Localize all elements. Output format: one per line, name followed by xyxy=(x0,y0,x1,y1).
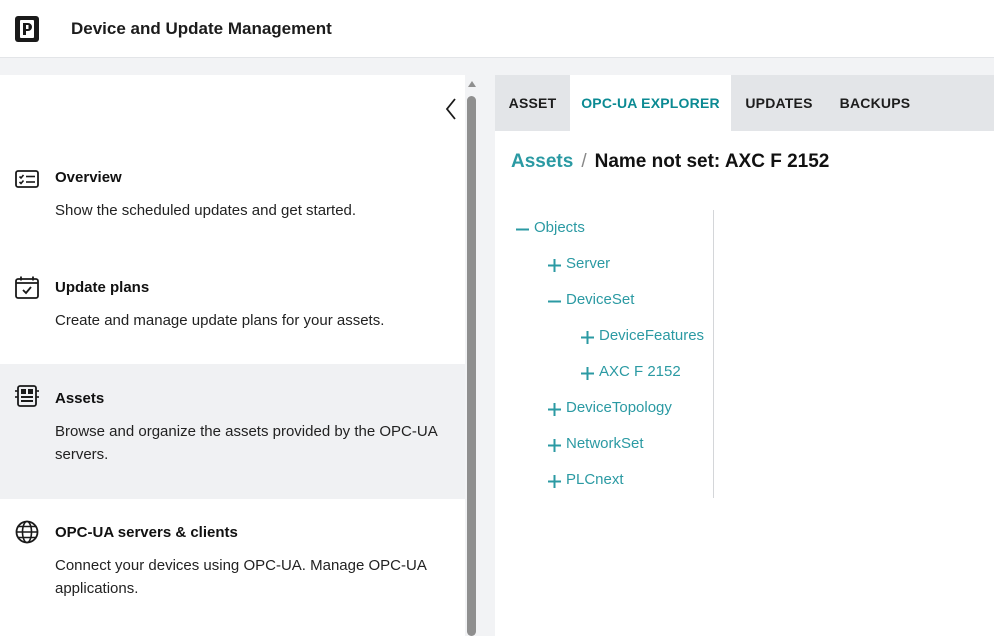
sidebar: Overview Show the scheduled updates and … xyxy=(0,75,465,636)
assets-icon xyxy=(15,385,39,407)
expand-plus-icon[interactable] xyxy=(548,439,561,452)
tree-node-label[interactable]: AXC F 2152 xyxy=(599,363,681,380)
tree-node-label[interactable]: PLCnext xyxy=(566,471,624,488)
main-content: ASSET OPC-UA EXPLORER UPDATES BACKUPS As… xyxy=(495,75,994,636)
tree-divider xyxy=(713,210,714,498)
opcua-servers-description: Connect your devices using OPC-UA. Manag… xyxy=(55,557,426,597)
tree-node-label[interactable]: Server xyxy=(566,255,610,272)
collapse-minus-icon[interactable] xyxy=(516,223,529,236)
update-plans-description: Create and manage update plans for your … xyxy=(55,312,385,329)
breadcrumb-separator: / xyxy=(581,151,587,172)
expand-plus-icon[interactable] xyxy=(581,367,594,380)
expand-plus-icon[interactable] xyxy=(581,331,594,344)
app-title: Device and Update Management xyxy=(71,19,332,38)
expand-plus-icon[interactable] xyxy=(548,403,561,416)
app-logo-icon xyxy=(15,16,39,42)
tree-node-label[interactable]: DeviceTopology xyxy=(566,399,672,416)
breadcrumb: Assets / Name not set: AXC F 2152 xyxy=(511,151,829,173)
collapse-sidebar-button[interactable] xyxy=(442,96,460,122)
scroll-up-arrow-icon[interactable] xyxy=(467,79,477,89)
checklist-icon xyxy=(15,170,39,188)
tab-asset[interactable]: ASSET xyxy=(495,75,570,131)
tab-backups[interactable]: BACKUPS xyxy=(827,75,923,131)
assets-title: Assets xyxy=(55,390,105,407)
tree-node-label[interactable]: Objects xyxy=(534,219,585,236)
update-plans-title: Update plans xyxy=(55,279,150,296)
overview-description: Show the scheduled updates and get start… xyxy=(55,202,357,219)
expand-plus-icon[interactable] xyxy=(548,259,561,272)
expand-plus-icon[interactable] xyxy=(548,475,561,488)
tab-updates[interactable]: UPDATES xyxy=(731,75,827,131)
breadcrumb-current: Name not set: AXC F 2152 xyxy=(594,151,830,172)
calendar-check-icon xyxy=(15,276,39,299)
breadcrumb-assets-link[interactable]: Assets xyxy=(511,151,573,172)
tab-opcua-explorer[interactable]: OPC-UA EXPLORER xyxy=(570,75,731,131)
collapse-minus-icon[interactable] xyxy=(548,295,561,308)
overview-title: Overview xyxy=(55,169,122,186)
assets-description: Browse and organize the assets provided … xyxy=(55,423,437,463)
tree-node-label[interactable]: DeviceFeatures xyxy=(599,327,704,344)
tree-node-label[interactable]: DeviceSet xyxy=(566,291,634,308)
tree-node-label[interactable]: NetworkSet xyxy=(566,435,644,452)
tab-bar: ASSET OPC-UA EXPLORER UPDATES BACKUPS xyxy=(495,75,994,131)
opcua-servers-title: OPC-UA servers & clients xyxy=(55,524,238,541)
scrollbar-thumb[interactable] xyxy=(467,96,476,636)
top-bar: Device and Update Management xyxy=(0,0,994,58)
globe-icon xyxy=(15,520,39,544)
